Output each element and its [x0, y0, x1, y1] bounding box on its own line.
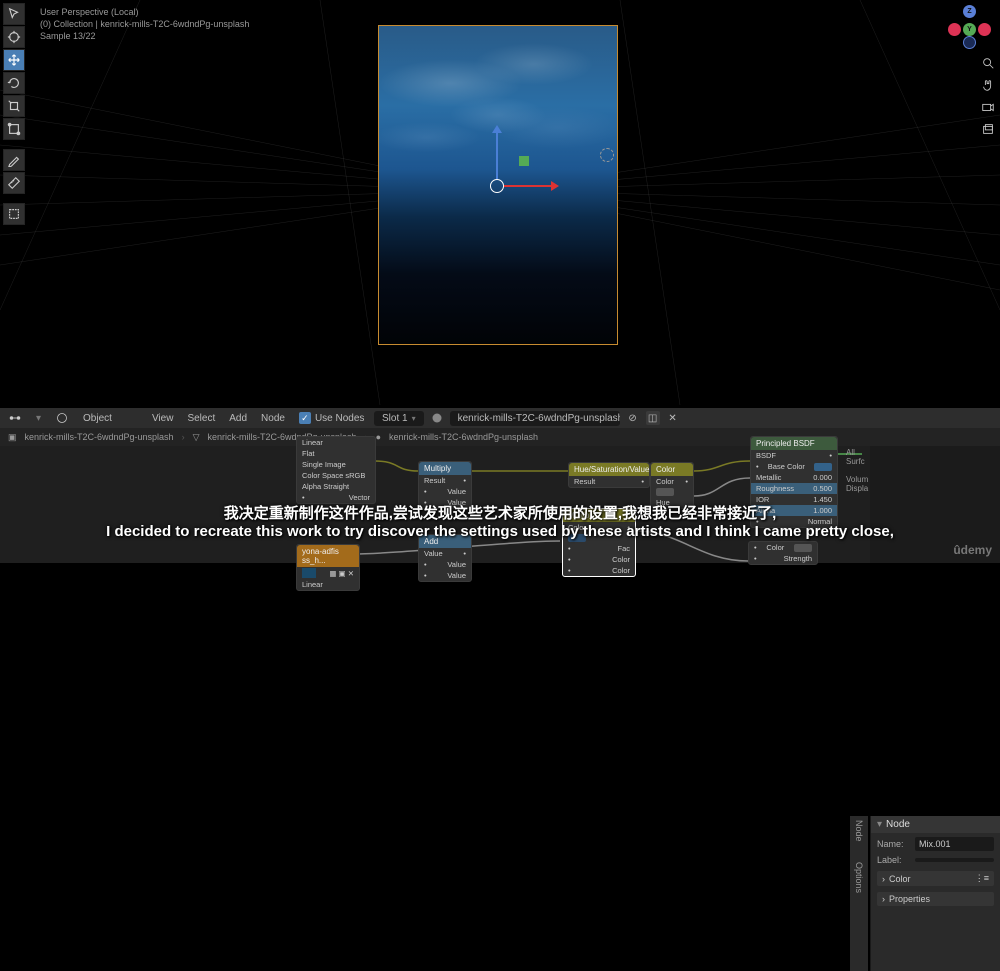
breadcrumb-item-2[interactable]: kenrick-mills-T2C-6wdndPg-unsplash	[389, 432, 538, 442]
node-image-texture-2[interactable]: yona-adfis ss_h... ▦ ▣ ✕ Linear	[296, 544, 360, 591]
hdr-object: Object	[83, 413, 112, 424]
material-icon: ●	[376, 432, 381, 442]
transform-gizmo[interactable]	[497, 186, 498, 187]
mesh-icon: ▽	[193, 432, 200, 443]
menu-node[interactable]: Node	[261, 413, 285, 424]
tool-scale[interactable]	[3, 95, 25, 117]
label-input[interactable]	[915, 858, 994, 862]
viewport-header-info: User Perspective (Local) (0) Collection …	[40, 6, 249, 42]
viewport-3d[interactable]	[0, 0, 1000, 405]
side-panel-title: Node	[886, 819, 910, 830]
tab-options[interactable]: Options	[854, 862, 864, 893]
pin-icon[interactable]: ⊘	[626, 411, 640, 425]
menu-view[interactable]: View	[152, 413, 174, 424]
material-sphere-icon	[430, 411, 444, 425]
node-principled-bsdf[interactable]: Principled BSDF BSDF• •Base Color Metall…	[750, 436, 838, 528]
zoom-icon[interactable]	[980, 55, 996, 71]
node-mix-multiply-selected[interactable]: Multiply Color• •Fac •Color •Color	[562, 508, 636, 577]
output-socket-surface: AllSurfcVolumDispla	[846, 448, 868, 493]
name-input[interactable]: Mix.001	[915, 837, 994, 851]
node-editor-header: ▾ Object View Select Add Node ✓Use Nodes…	[0, 408, 1000, 428]
close-icon[interactable]: ✕	[666, 411, 680, 425]
material-name-field[interactable]: kenrick-mills-T2C-6wdndPg-unsplash	[450, 411, 620, 426]
world-icon: ▣	[8, 432, 17, 443]
perspective-icon[interactable]	[980, 121, 996, 137]
menu-select[interactable]: Select	[187, 413, 215, 424]
properties-collapse[interactable]: ›Properties	[877, 892, 994, 906]
material-icon	[55, 411, 69, 425]
tool-transform[interactable]	[3, 118, 25, 140]
node-editor[interactable]: ▾ Object View Select Add Node ✓Use Nodes…	[0, 408, 1000, 563]
node-multiply[interactable]: Multiply Result• •Value •Value	[418, 461, 472, 509]
axis-gizmo[interactable]: Z Y	[948, 5, 992, 49]
tool-measure[interactable]	[3, 172, 25, 194]
tool-annotate[interactable]	[3, 149, 25, 171]
node-add-math[interactable]: Add Value• •Value •Value	[418, 534, 472, 582]
editor-type-icon[interactable]	[8, 411, 22, 425]
node-emission[interactable]: •Color •Strength	[748, 541, 818, 565]
slot-dropdown[interactable]: Slot 1▾	[374, 411, 424, 426]
node-side-panel: ▾Node Name: Mix.001 Label: ›Color⋮≡ ›Pro…	[870, 816, 1000, 971]
color-collapse[interactable]: ›Color⋮≡	[877, 871, 994, 886]
hand-icon[interactable]	[980, 77, 996, 93]
breadcrumb-item-0[interactable]: kenrick-mills-T2C-6wdndPg-unsplash	[25, 432, 174, 442]
tool-move[interactable]	[3, 49, 25, 71]
node-image-texture[interactable]: Linear Flat Single Image Color Space sRG…	[296, 436, 376, 504]
brand-watermark: ûdemy	[953, 543, 992, 557]
use-nodes-checkbox[interactable]: ✓Use Nodes	[299, 412, 364, 424]
tab-node[interactable]: Node	[854, 820, 864, 842]
tool-select-box[interactable]	[3, 3, 25, 25]
menu-add[interactable]: Add	[229, 413, 247, 424]
node-hsv[interactable]: Hue/Saturation/Value Result•	[568, 462, 650, 488]
name-label: Name:	[877, 839, 911, 849]
tool-add-mesh[interactable]	[3, 203, 25, 225]
tool-cursor[interactable]	[3, 26, 25, 48]
label-label: Label:	[877, 855, 911, 865]
node-color[interactable]: Color Color• Hue	[650, 462, 694, 509]
tool-rotate[interactable]	[3, 72, 25, 94]
shield-icon[interactable]: ◫	[646, 411, 660, 425]
light-object[interactable]	[600, 148, 614, 162]
camera-icon[interactable]	[980, 99, 996, 115]
